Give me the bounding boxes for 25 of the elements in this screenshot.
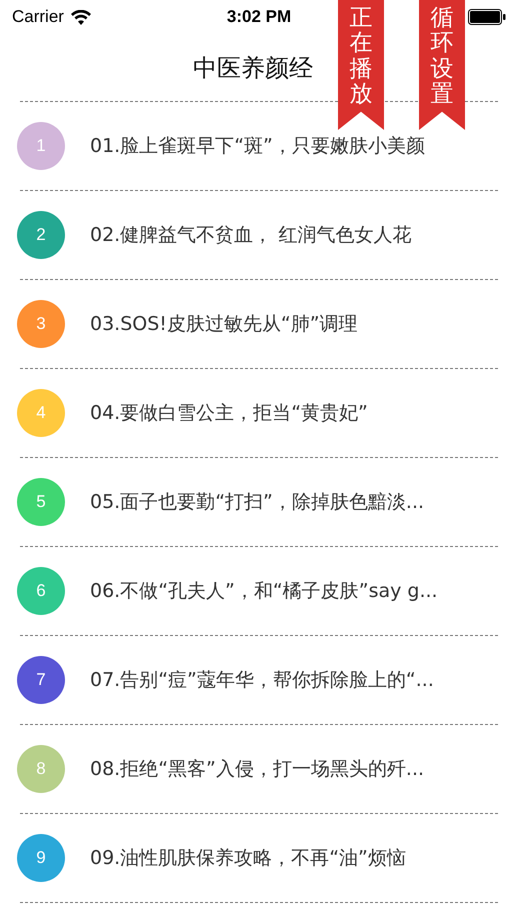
wifi-icon xyxy=(70,10,91,24)
number-badge: 9 xyxy=(17,834,65,882)
episode-title[interactable]: 07.告别“痘”蔻年华，帮你拆除脸上的“... xyxy=(90,667,434,693)
episode-title[interactable]: 02.健脾益气不贫血， 红润气色女人花 xyxy=(90,222,412,248)
number-badge: 5 xyxy=(17,478,65,526)
episode-title[interactable]: 08.拒绝“黑客”入侵，打一场黑头的歼... xyxy=(90,756,424,782)
ribbon-button[interactable]: 正在播放 xyxy=(338,0,384,130)
number-badge: 6 xyxy=(17,567,65,615)
episode-title[interactable]: 09.油性肌肤保养攻略，不再“油”烦恼 xyxy=(90,845,406,871)
number-badge: 8 xyxy=(17,745,65,793)
number-badge: 1 xyxy=(17,122,65,170)
episode-title[interactable]: 06.不做“孔夫人”，和“橘子皮肤”say g... xyxy=(90,578,438,604)
episode-title[interactable]: 05.面子也要勤“打扫”，除掉肤色黯淡... xyxy=(90,489,424,515)
number-badge: 7 xyxy=(17,656,65,704)
page-title: 中医养颜经 xyxy=(193,52,313,84)
number-badge: 3 xyxy=(17,300,65,348)
episode-title[interactable]: 01.脸上雀斑早下“斑”，只要嫩肤小美颜 xyxy=(90,133,425,159)
clock-time: 3:02 PM xyxy=(226,7,292,27)
episode-title[interactable]: 03.SOS!皮肤过敏先从“肺”调理 xyxy=(90,311,358,337)
carrier-label: Carrier xyxy=(12,7,64,27)
number-badge: 4 xyxy=(17,389,65,437)
battery-icon xyxy=(468,9,506,25)
number-badge: 2 xyxy=(17,211,65,259)
episode-title[interactable]: 04.要做白雪公主，拒当“黄贵妃” xyxy=(90,400,368,426)
ribbon-button[interactable]: 循环设置 xyxy=(419,0,465,130)
